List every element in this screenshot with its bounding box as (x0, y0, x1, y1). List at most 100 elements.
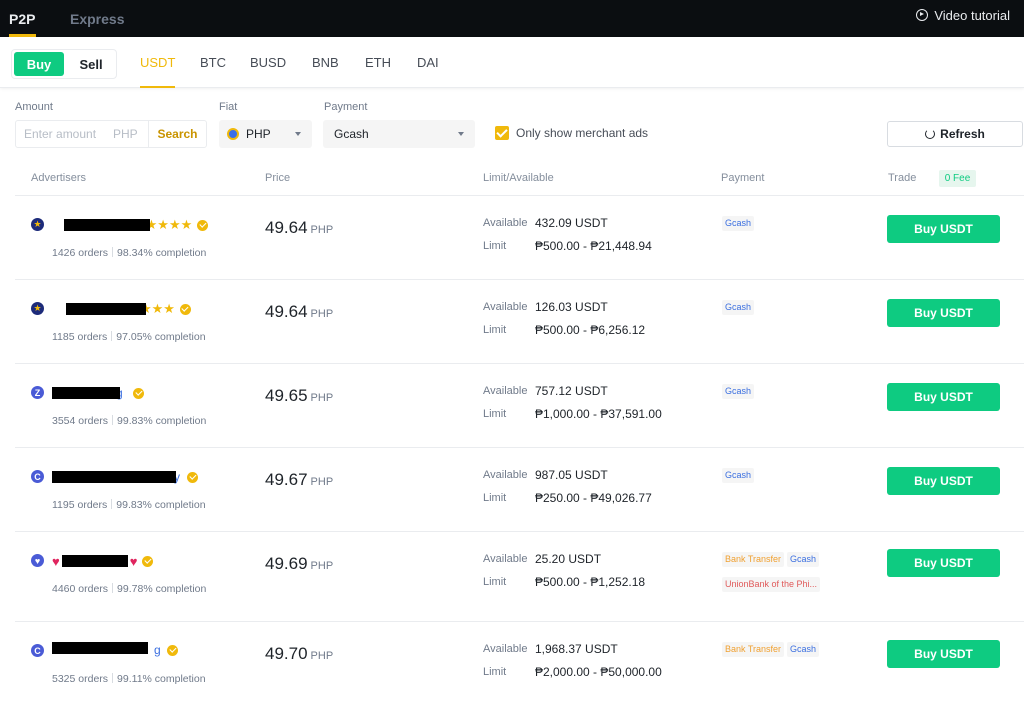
fiat-select[interactable]: PHP (219, 120, 312, 148)
table-row: Z g 3554 orders 99.83% completion 49.65PH… (15, 364, 1024, 448)
table-row: C y 1195 orders 99.83% completion 49.67 PH… (15, 448, 1024, 532)
buy-usdt-button[interactable]: Buy USDT (887, 299, 1000, 327)
payment-tag-gcash: Gcash (787, 642, 820, 657)
advertiser-stats: 3554 orders 99.83% completion (52, 415, 206, 427)
coin-tab-btc[interactable]: BTC (200, 37, 226, 88)
price-currency: PHP (310, 308, 334, 320)
buy-usdt-button[interactable]: Buy USDT (887, 383, 1000, 411)
price-value: 49.67 (265, 470, 308, 489)
checkbox-checked-icon[interactable] (495, 126, 509, 140)
available-label: Available (483, 553, 528, 565)
buy-usdt-button[interactable]: Buy USDT (887, 467, 1000, 495)
advertiser-name[interactable]: y (52, 469, 198, 485)
refresh-button[interactable]: Refresh (887, 121, 1023, 147)
order-count: 3554 orders (52, 415, 109, 427)
nav-tab-p2p[interactable]: P2P (9, 0, 38, 37)
coin-tab-dai[interactable]: DAI (417, 37, 439, 88)
avatar: C (31, 470, 44, 483)
video-tutorial-label: Video tutorial (934, 7, 1010, 23)
header-trade: Trade (888, 172, 917, 184)
divider (112, 673, 114, 683)
buy-usdt-button[interactable]: Buy USDT (887, 215, 1000, 243)
coin-tab-usdt[interactable]: USDT (140, 37, 176, 88)
order-count: 5325 orders (52, 673, 109, 685)
available-value: 126.03 USDT (535, 300, 608, 314)
ad-price: 49.69 PHP (265, 554, 333, 574)
amount-input[interactable] (16, 121, 106, 147)
advertiser-name-text (52, 301, 146, 317)
available-value: 987.05 USDT (535, 468, 608, 482)
verified-badge-icon (197, 219, 209, 231)
buy-usdt-button[interactable]: Buy USDT (887, 640, 1000, 668)
payment-tag-gcash: Gcash (722, 216, 755, 231)
coin-tab-busd[interactable]: BUSD (250, 37, 286, 88)
payment-tag-gcash: Gcash (722, 384, 755, 399)
avatar: ★ (31, 302, 44, 315)
advertiser-name-text: g (52, 642, 162, 658)
ad-price: 49.70 PHP (265, 644, 333, 664)
coin-tab-eth[interactable]: ETH (365, 37, 391, 88)
top-nav-bar: P2P Express Video tutorial (0, 0, 1024, 37)
advertiser-name[interactable]: ♥ ♥ (52, 553, 154, 569)
video-tutorial-link[interactable]: Video tutorial (916, 0, 1010, 30)
table-row: ♥ ♥ ♥ 4460 orders 99.78% completion 49.69… (15, 532, 1024, 622)
avatar: ♥ (31, 554, 44, 567)
redaction-bar (52, 387, 120, 399)
advertiser-name-text: g (52, 385, 128, 401)
divider (112, 583, 114, 593)
amount-field: PHP Search (15, 120, 207, 148)
limit-value: ₱500.00 - ₱6,256.12 (535, 323, 646, 337)
payment-select[interactable]: Gcash (323, 120, 475, 148)
advertiser-stats: 4460 orders 99.78% completion (52, 583, 206, 595)
refresh-icon (925, 129, 936, 139)
advertiser-name[interactable]: g (52, 642, 178, 658)
verified-badge-icon (187, 471, 198, 483)
ad-price: 49.64 PHP (265, 302, 333, 322)
redaction-bar (52, 642, 148, 654)
limit-label: Limit (483, 408, 507, 420)
buy-usdt-button[interactable]: Buy USDT (887, 549, 1000, 577)
verified-badge-icon (142, 555, 154, 567)
available-value: 25.20 USDT (535, 552, 602, 566)
verified-badge-icon (133, 387, 144, 399)
search-button[interactable]: Search (148, 121, 206, 147)
nav-tab-express[interactable]: Express (70, 0, 124, 37)
limit-label: Limit (483, 492, 507, 504)
header-payment: Payment (721, 172, 765, 184)
available-value: 1,968.37 USDT (535, 642, 618, 656)
merchant-only-toggle[interactable]: Only show merchant ads (495, 126, 648, 140)
price-currency: PHP (310, 224, 334, 236)
completion-rate: 98.34% completion (117, 247, 207, 259)
advertiser-stats: 5325 orders 99.11% completion (52, 673, 206, 685)
available-label: Available (483, 643, 528, 655)
table-row: ★ ★★★ 1185 orders 97.05% completion 49.64… (15, 280, 1024, 364)
divider (111, 499, 113, 509)
available-label: Available (483, 469, 528, 481)
verified-badge-icon (179, 303, 191, 315)
limit-value: ₱500.00 - ₱21,448.94 (535, 239, 652, 253)
fiat-label: Fiat (219, 101, 238, 113)
divider (111, 331, 113, 341)
amount-label: Amount (15, 101, 53, 113)
advertiser-stats: 1185 orders 97.05% completion (52, 331, 206, 343)
sell-toggle-button[interactable]: Sell (68, 52, 114, 76)
order-count: 1185 orders (52, 331, 108, 343)
limit-value: ₱2,000.00 - ₱50,000.00 (535, 665, 662, 679)
limit-label: Limit (483, 666, 507, 678)
order-count: 4460 orders (52, 583, 109, 595)
table-row: ★ ★★★★★ 1426 orders 98.34% completion 49.… (15, 196, 1024, 280)
advertiser-name[interactable]: ★★★★★ (52, 217, 209, 233)
coin-tab-bnb[interactable]: BNB (312, 37, 339, 88)
order-count: 1426 orders (52, 247, 109, 259)
payment-tag-bank-transfer: Bank Transfer (722, 552, 785, 567)
completion-rate: 99.78% completion (117, 583, 207, 595)
payment-tag-unionbank: UnionBank of the Phi... (722, 577, 821, 592)
refresh-label: Refresh (940, 127, 985, 141)
advertiser-name[interactable]: g (52, 385, 144, 401)
available-value: 757.12 USDT (535, 384, 608, 398)
buy-toggle-button[interactable]: Buy (14, 52, 64, 76)
completion-rate: 99.11% completion (117, 673, 206, 685)
advertiser-name[interactable]: ★★★ (52, 301, 191, 317)
fiat-select-value: PHP (246, 127, 271, 141)
limit-label: Limit (483, 240, 507, 252)
